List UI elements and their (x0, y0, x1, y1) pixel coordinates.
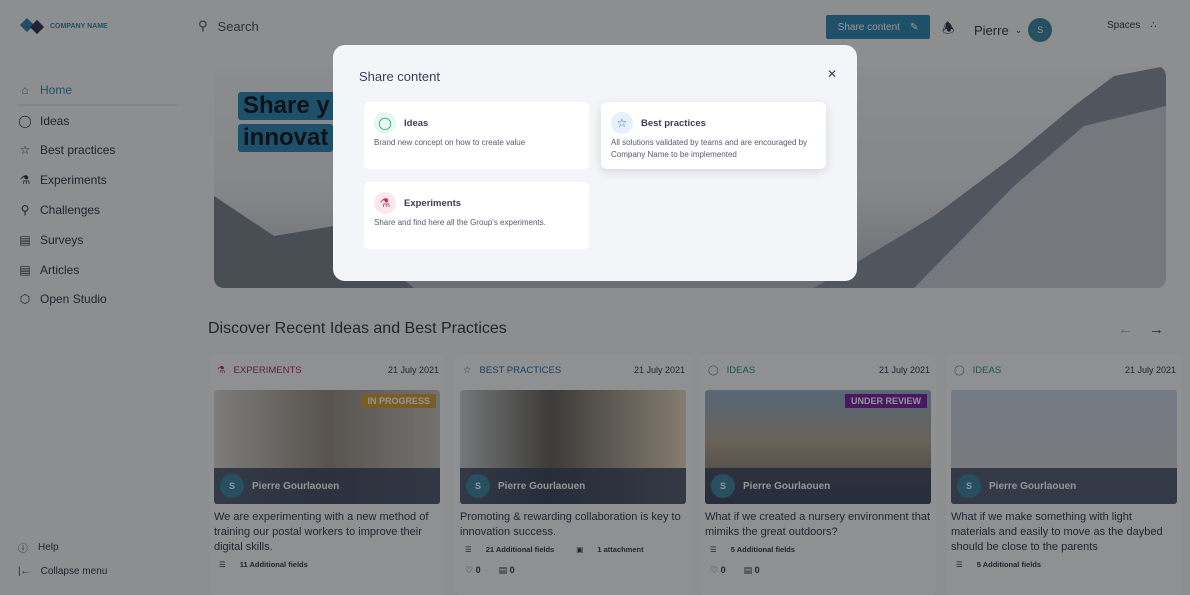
close-icon[interactable]: ✕ (827, 67, 837, 81)
spaces-button[interactable]: Spaces ∴ (1107, 20, 1157, 31)
lightbulb-icon: ◯ (374, 112, 396, 134)
content-card[interactable]: ⚗ EXPERIMENTS 21 July 2021 IN PROGRESS S Pie… (209, 355, 445, 595)
like-button[interactable]: ♡ 0 (710, 565, 726, 576)
chevron-down-icon: ⌄ (1014, 24, 1023, 35)
option-ideas[interactable]: ◯ Ideas Brand new concept on how to creat… (364, 102, 589, 169)
avatar: S (220, 474, 244, 498)
collapse-menu-button[interactable]: |← Collapse menu (18, 559, 107, 583)
fields-icon: ☰ (710, 545, 717, 554)
star-icon: ☆ (19, 143, 31, 158)
sidebar-item-best-practices[interactable]: ☆ Best practices (18, 136, 178, 166)
attachment-icon: ▣ (576, 545, 584, 554)
article-icon: ▤ (19, 262, 31, 277)
help-link[interactable]: ⓘ Help (18, 535, 107, 559)
lightbulb-icon: ◯ (18, 113, 32, 128)
sidebar-item-challenges[interactable]: ⚲ Challenges (18, 195, 178, 225)
search-input[interactable]: ⚲ Search (198, 18, 259, 34)
fields-icon: ☰ (465, 545, 472, 554)
sidebar-item-open-studio[interactable]: ⬡ Open Studio (18, 285, 178, 315)
sidebar-item-experiments[interactable]: ⚗ Experiments (18, 165, 178, 195)
home-icon: ⌂ (21, 82, 29, 97)
bar-chart-icon: ▤ (19, 232, 31, 247)
star-icon: ☆ (611, 112, 633, 134)
comment-button[interactable]: ▤ 0 (499, 565, 515, 576)
avatar: S (957, 474, 981, 498)
spaces-icon: ∴ (1150, 20, 1157, 31)
content-card[interactable]: ◯ IDEAS 21 July 2021 S Pierre Gourlaouen Wh… (946, 355, 1182, 595)
fields-icon: ☰ (219, 560, 226, 569)
status-badge: IN PROGRESS (361, 394, 436, 408)
avatar: S (1028, 18, 1053, 42)
comment-button[interactable]: ▤ 0 (744, 565, 760, 576)
modal-title: Share content (359, 69, 440, 84)
sidebar: ⌂ Home ◯ Ideas ☆ Best practices ⚗ Experiment… (18, 76, 178, 314)
like-button[interactable]: ♡ 0 (465, 565, 481, 576)
fields-icon: ☰ (956, 560, 963, 569)
user-menu[interactable]: Pierre ⌄ S (974, 18, 1053, 42)
search-icon: ⚲ (198, 18, 208, 33)
share-content-button[interactable]: Share content ✎ (826, 15, 930, 39)
arrow-left-icon[interactable]: ← (1118, 321, 1133, 338)
status-badge: UNDER REVIEW (844, 394, 927, 408)
sidebar-item-ideas[interactable]: ◯ Ideas (18, 106, 178, 136)
flask-icon: ⚗ (19, 173, 31, 188)
hero-title-line: innovat (238, 124, 334, 152)
company-logo[interactable]: COMPANY NAME (19, 16, 108, 36)
sidebar-item-surveys[interactable]: ▤ Surveys (18, 225, 178, 255)
share-content-modal: Share content ✕ ◯ Ideas Brand new concept… (333, 45, 857, 281)
sidebar-item-articles[interactable]: ▤ Articles (18, 255, 178, 285)
info-icon: ⓘ (18, 543, 28, 555)
avatar: S (711, 474, 735, 498)
content-card[interactable]: ◯ IDEAS 21 July 2021 UNDER REVIEW S Pierre G… (700, 355, 936, 595)
section-title: Discover Recent Ideas and Best Practices (208, 320, 507, 337)
bell-icon[interactable]: 🕭 (942, 18, 955, 42)
lightbulb-icon: ◯ (708, 364, 719, 376)
avatar: S (466, 474, 490, 498)
option-best-practices[interactable]: ☆ Best practices All solutions validated … (601, 102, 826, 169)
star-icon: ☆ (463, 364, 472, 376)
content-card[interactable]: ☆ BEST PRACTICES 21 July 2021 S Pierre Gour… (455, 355, 691, 595)
flask-icon: ⚗ (374, 192, 396, 214)
arrow-left-icon: |← (18, 565, 31, 577)
pencil-icon: ✎ (909, 21, 919, 33)
arrow-right-icon[interactable]: → (1149, 321, 1164, 338)
lightbulb-icon: ◯ (954, 364, 965, 376)
sidebar-item-home[interactable]: ⌂ Home (18, 76, 178, 106)
flask-icon: ⚗ (217, 364, 226, 376)
box-icon: ⬡ (19, 292, 31, 307)
trophy-icon: ⚲ (20, 203, 30, 218)
option-experiments[interactable]: ⚗ Experiments Share and find here all the… (364, 182, 589, 249)
hero-title-line: Share y (238, 92, 335, 120)
